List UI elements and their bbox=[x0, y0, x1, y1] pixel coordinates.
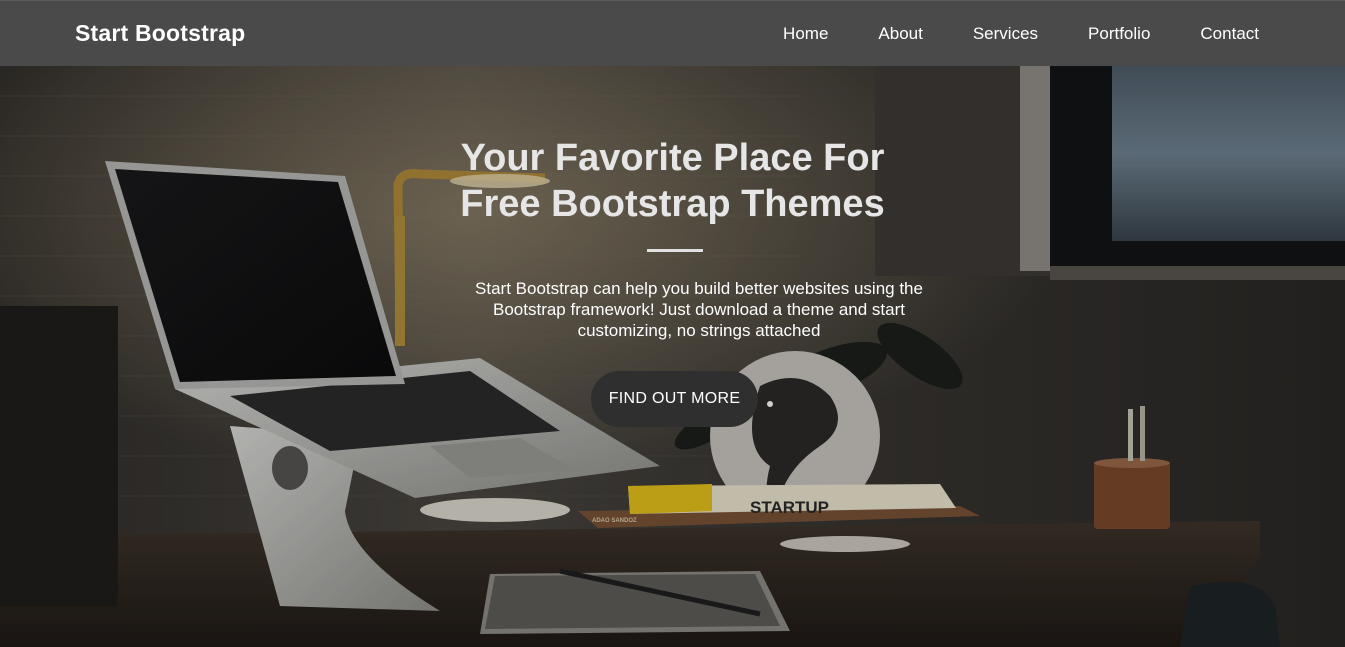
hero-headline: Your Favorite Place For Free Bootstrap T… bbox=[0, 135, 1345, 227]
hero-headline-line-2: Free Bootstrap Themes bbox=[460, 183, 885, 225]
landing-page: Start Bootstrap Home About Services Port… bbox=[0, 0, 1345, 647]
hero-lead-text: Start Bootstrap can help you build bette… bbox=[475, 279, 923, 340]
nav-about-link[interactable]: About bbox=[878, 24, 922, 44]
nav-services-link[interactable]: Services bbox=[973, 24, 1038, 44]
nav-portfolio-link[interactable]: Portfolio bbox=[1088, 24, 1150, 44]
find-out-more-button[interactable]: FIND OUT MORE bbox=[591, 371, 758, 427]
top-navbar: Start Bootstrap Home About Services Port… bbox=[0, 0, 1345, 66]
nav-links: Home About Services Portfolio Contact bbox=[783, 24, 1259, 44]
nav-home-link[interactable]: Home bbox=[783, 24, 828, 44]
hero-divider bbox=[647, 249, 703, 252]
brand-link[interactable]: Start Bootstrap bbox=[75, 20, 245, 47]
nav-contact-link[interactable]: Contact bbox=[1200, 24, 1259, 44]
hero-headline-line-1: Your Favorite Place For bbox=[460, 137, 885, 179]
